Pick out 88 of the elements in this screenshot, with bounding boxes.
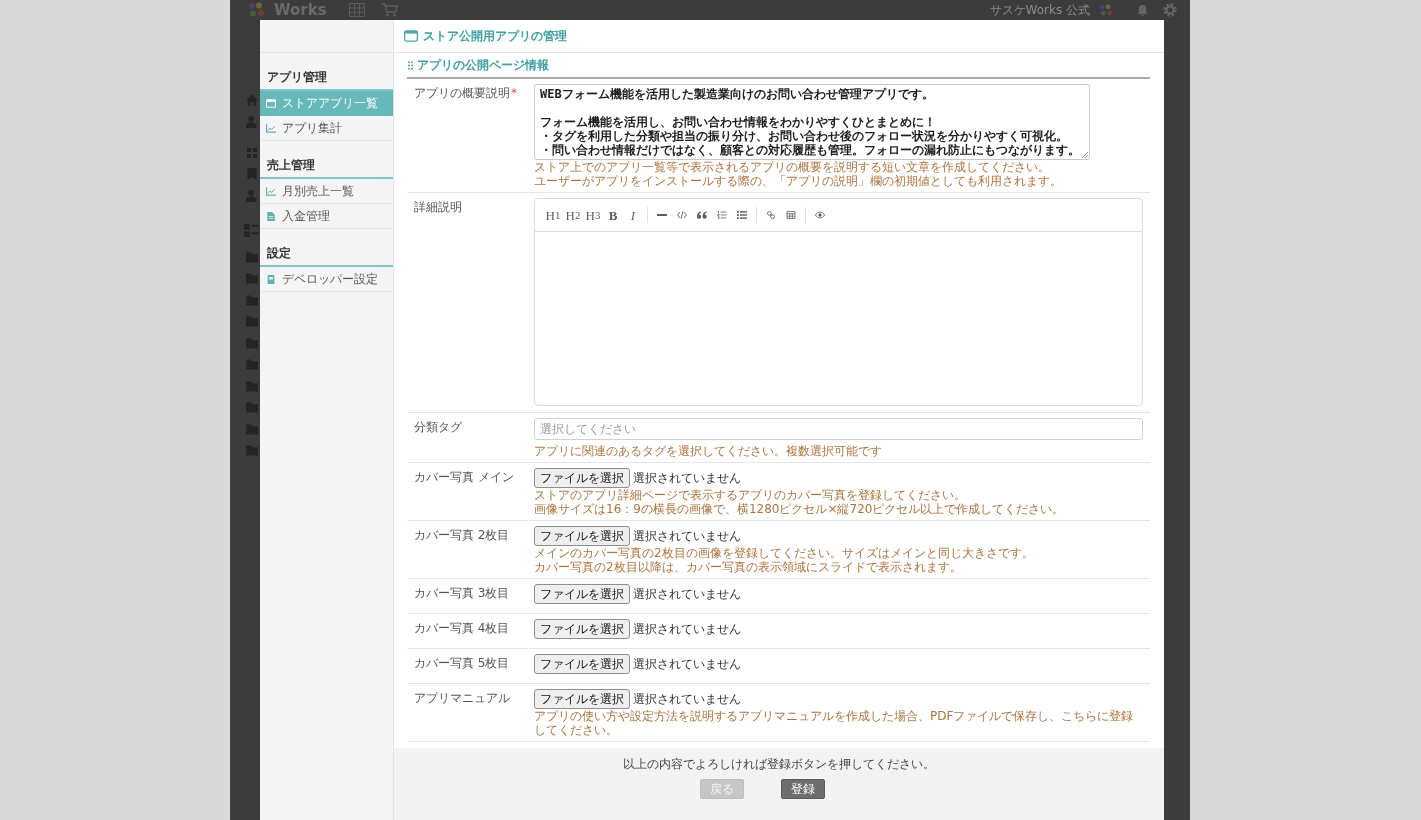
line-chart-icon	[266, 186, 276, 196]
field-label: アプリマニュアル	[414, 691, 510, 705]
file-status-text: 選択されていません	[633, 529, 741, 543]
folder-icon	[246, 379, 258, 392]
book-icon	[266, 274, 276, 284]
choose-file-button[interactable]: ファイルを選択	[534, 619, 630, 639]
user-icon	[246, 189, 258, 202]
quote-icon	[697, 211, 707, 219]
italic-button[interactable]: I	[623, 205, 643, 225]
choose-file-button[interactable]: ファイルを選択	[534, 468, 630, 488]
folder-icon	[246, 293, 258, 306]
logo-icon	[248, 2, 266, 18]
choose-file-button[interactable]: ファイルを選択	[534, 526, 630, 546]
numbered-list-icon	[717, 211, 727, 219]
help-text: カバー写真の2枚目以降は、カバー写真の表示領域にスライドで表示されます。	[534, 560, 962, 574]
table-icon	[786, 211, 796, 219]
file-status-text: 選択されていません	[633, 622, 741, 636]
bullet-list-icon	[737, 211, 747, 219]
window-icon	[266, 98, 276, 108]
account-name: サスケWorks 公式	[989, 3, 1090, 17]
help-text: アプリに関連のあるタグを選択してください。複数選択可能です	[534, 444, 882, 458]
sidebar-heading: 売上管理	[267, 158, 315, 172]
field-label: 分類タグ	[414, 420, 462, 434]
user-icon	[246, 115, 258, 128]
field-label: カバー写真 4枚目	[414, 621, 510, 635]
textarea-line: ・問い合わせ情報だけではなく、顧客との対応履歴も管理。フォローの漏れ防止にもつながります。	[540, 143, 1080, 157]
home-icon	[246, 94, 258, 106]
field-label: アプリの概要説明	[414, 86, 510, 100]
file-status-text: 選択されていません	[633, 587, 741, 601]
required-mark: *	[511, 86, 517, 100]
modal-title: ストア公開用アプリの管理	[423, 29, 567, 43]
help-text: ユーザーがアプリをインストールする際の、「アプリの説明」欄の初期値としても利用されます。	[534, 174, 1062, 188]
sidebar-heading: アプリ管理	[267, 70, 327, 84]
choose-file-button[interactable]: ファイルを選択	[534, 689, 630, 709]
textarea-line: WEBフォーム機能を活用した製造業向けのお問い合わせ管理アプリです。	[540, 87, 934, 101]
textarea-line: ・タグを利用した分類や担当の振り分け、お問い合わせ後のフォロー状況を分かりやすく可視化。	[540, 129, 1068, 143]
window-icon	[404, 30, 418, 42]
line-chart-icon	[266, 123, 276, 133]
folder-icon	[246, 422, 258, 435]
field-label: カバー写真 5枚目	[414, 656, 510, 670]
help-text: メインのカバー写真の2枚目の画像を登録してください。サイズはメインと同じ大きさです。	[534, 546, 1034, 560]
grid-icon	[348, 3, 365, 17]
eye-icon	[815, 211, 825, 219]
document-icon	[266, 211, 276, 221]
folder-icon	[246, 272, 258, 284]
bookmark-icon	[246, 168, 258, 180]
sidebar-item[interactable]: 入金管理	[260, 204, 393, 229]
register-button[interactable]: 登録	[780, 779, 825, 799]
textarea-line: フォーム機能を活用し、お問い合わせ情報をわかりやすくひとまとめに！	[540, 115, 936, 129]
sidebar-heading: 設定	[267, 246, 291, 260]
folder-icon	[246, 250, 258, 263]
tag-select-field[interactable]: 選択してください	[534, 418, 1143, 440]
file-status-text: 選択されていません	[633, 471, 741, 485]
grid-icon	[246, 146, 258, 159]
choose-file-button[interactable]: ファイルを選択	[534, 584, 630, 604]
link-icon	[766, 211, 776, 219]
choose-file-button[interactable]: ファイルを選択	[534, 654, 630, 674]
tiles-icon	[244, 223, 259, 237]
grip-icon	[408, 60, 413, 70]
settings-icon	[1163, 3, 1177, 17]
sidebar-item[interactable]: アプリ集計	[260, 116, 393, 141]
description-textarea[interactable]: WEBフォーム機能を活用した製造業向けのお問い合わせ管理アプリです。 フォーム機能を活用し、お問い合わせ情報をわかりやすくひとまとめに！ ・タグを利用した分類や担当の振り分け、お問い合わせ後のフォロー状況を分かりやすく可視化。 ・問い合わせ情報だけではなく、顧客との対応履歴も管理。フォローの漏れ防止にもつながります。	[534, 84, 1090, 160]
sidebar-item[interactable]: デベロッパー設定	[260, 267, 393, 292]
sidebar-item[interactable]: 月別売上一覧	[260, 179, 393, 204]
section-title: アプリの公開ページ情報	[417, 58, 549, 72]
field-label: カバー写真 2枚目	[414, 528, 510, 542]
help-text: ストア上でのアプリ一覧等で表示されるアプリの概要を説明する短い文章を作成してください。	[534, 160, 1050, 174]
logo-icon	[1099, 3, 1114, 17]
resize-handle-icon[interactable]	[1081, 151, 1088, 158]
bell-icon	[1136, 3, 1149, 17]
file-status-text: 選択されていません	[633, 657, 741, 671]
code-icon	[677, 211, 687, 219]
folder-icon	[246, 358, 258, 370]
help-text: 画像サイズは16：9の横長の画像で、横1280ピクセル×縦720ピクセル以上で作成してください。	[534, 502, 1065, 516]
folder-icon	[246, 315, 258, 327]
confirm-message: 以上の内容でよろしければ登録ボタンを押してください。	[623, 757, 935, 771]
field-label: カバー写真 3枚目	[414, 586, 510, 600]
bold-button[interactable]: B	[603, 205, 623, 225]
field-label: 詳細説明	[414, 200, 462, 214]
field-label: カバー写真 メイン	[414, 470, 514, 484]
horizontal-line-icon	[657, 211, 667, 219]
folder-icon	[246, 401, 258, 413]
file-status-text: 選択されていません	[633, 692, 741, 706]
help-text: アプリの使い方や設定方法を説明するアプリマニュアルを作成した場合、PDFファイルで保存し、こちらに登録してください。	[534, 709, 1134, 737]
folder-icon	[246, 336, 258, 349]
cart-icon	[381, 3, 398, 17]
folder-icon	[246, 444, 258, 456]
help-text: ストアのアプリ詳細ページで表示するアプリのカバー写真を登録してください。	[534, 488, 966, 502]
